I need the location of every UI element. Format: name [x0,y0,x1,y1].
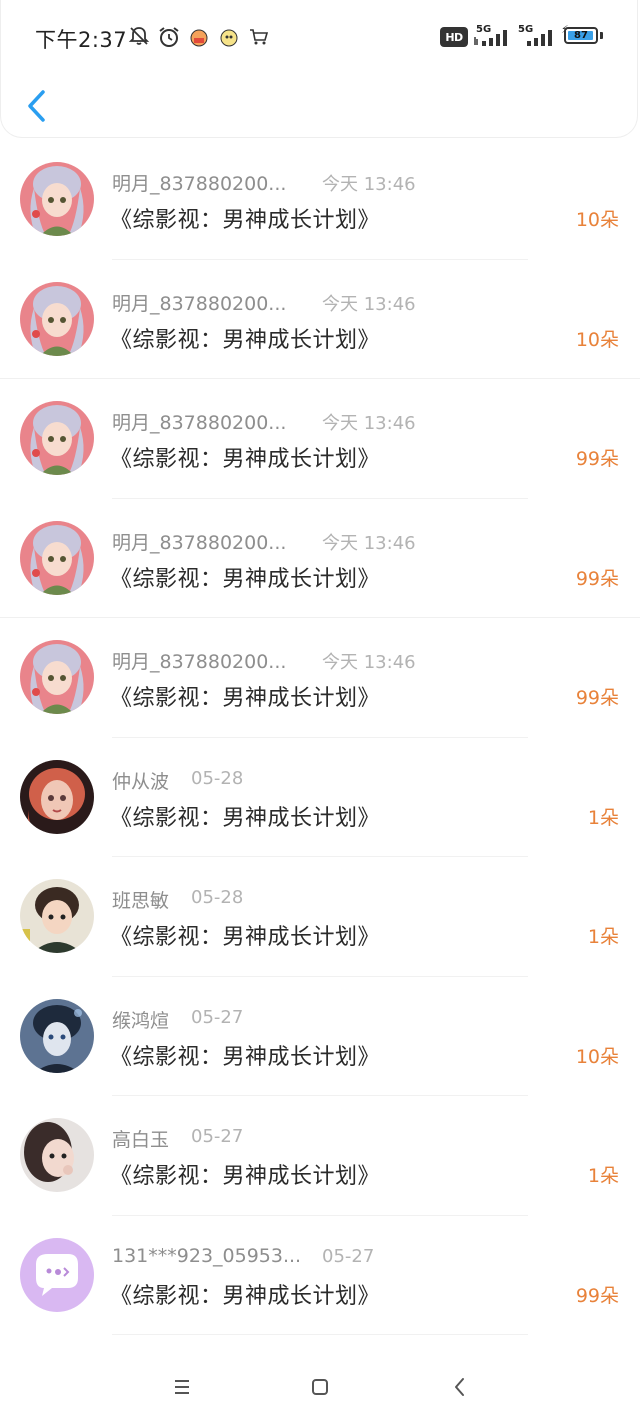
list-item[interactable]: 仲从波 05-28 《综影视：男神成长计划》 1朵 [0,738,640,857]
list-item[interactable]: 班思敏 05-28 《综影视：男神成长计划》 1朵 [0,857,640,977]
list-item[interactable]: 明月_837880200... 今天 13:46 《综影视：男神成长计划》 99… [0,618,640,738]
user-avatar[interactable] [20,162,94,236]
book-title: 《综影视：男神成长计划》 [110,566,381,592]
user-avatar[interactable] [20,281,94,356]
list-item[interactable]: 明月_837880200... 今天 13:46 《综影视：男神成长计划》 10… [0,260,640,379]
book-title: 《综影视：男神成长计划》 [110,1044,381,1070]
record-time: 今天 13:46 [322,532,416,554]
back-triangle-icon[interactable] [445,1372,475,1402]
signal-icon [474,30,507,46]
girl-avatar-icon [20,401,94,475]
book-title: 《综影视：男神成长计划》 [110,1283,381,1309]
divider [112,1334,528,1335]
hd-voice-icon: HD [440,27,468,47]
status-bar: 下午2:37 HD 5G 5G ⚡ 87 [1,0,640,70]
list-item[interactable]: 明月_837880200... 今天 13:46 《综影视：男神成长计划》 99… [0,379,640,499]
record-time: 今天 13:46 [322,174,416,195]
list-item[interactable]: 明月_837880200... 今天 13:46 《综影视：男神成长计划》 99… [0,499,640,618]
battery-icon: 87 [564,27,598,44]
shopping-cart-icon [250,29,269,45]
chat-bubble-avatar-icon [20,1237,94,1312]
top-bar: 下午2:37 HD 5G 5G ⚡ 87 [0,0,638,138]
user-name: 高白玉 [112,1129,170,1151]
app-notification-icon [220,29,238,47]
gift-amount: 10朵 [575,1045,619,1068]
book-title: 《综影视：男神成长计划》 [110,805,381,831]
system-nav-bar [0,1350,640,1422]
red-hair-avatar-icon [20,759,94,834]
book-title: 《综影视：男神成长计划》 [110,447,381,472]
gift-record-list: 明月_837880200... 今天 13:46 《综影视：男神成长计划》 10… [0,140,640,1335]
record-time: 今天 13:46 [322,413,416,434]
user-name: 明月_837880200... [112,412,287,434]
gift-amount: 10朵 [575,328,619,351]
book-title: 《综影视：男神成长计划》 [110,327,381,353]
record-time: 05-28 [191,887,244,908]
user-avatar[interactable] [20,401,94,475]
gift-amount: 10朵 [575,209,619,231]
user-name: 缑鸿煊 [112,1009,170,1032]
child-avatar-icon [20,879,94,953]
girl-avatar-icon [20,640,94,714]
home-square-icon[interactable] [305,1372,335,1402]
list-item[interactable]: 131***923_05953... 05-27 《综影视：男神成长计划》 99… [0,1216,640,1335]
gift-amount: 1朵 [587,926,619,948]
record-time: 今天 13:46 [322,652,416,673]
user-avatar[interactable] [20,520,94,595]
battery-level: 87 [574,30,588,41]
book-title: 《综影视：男神成长计划》 [110,208,381,233]
gift-amount: 99朵 [575,687,619,709]
signal-icon [527,30,552,46]
user-avatar[interactable] [20,1118,94,1192]
gift-amount: 99朵 [575,448,619,470]
user-avatar[interactable] [20,879,94,953]
book-title: 《综影视：男神成长计划》 [110,925,381,950]
record-time: 今天 13:46 [322,293,416,315]
girl-avatar-icon [20,281,94,356]
user-name: 明月_837880200... [112,173,287,195]
user-avatar[interactable] [20,1237,94,1312]
user-avatar[interactable] [20,998,94,1073]
status-time: 下午2:37 [35,28,128,52]
user-name: 明月_837880200... [112,651,287,673]
alarm-clock-icon [159,27,179,47]
record-time: 05-27 [191,1006,244,1028]
record-time: 05-28 [191,767,244,789]
girl-avatar-icon [20,162,94,236]
list-item[interactable]: 明月_837880200... 今天 13:46 《综影视：男神成长计划》 10… [0,140,640,260]
anime-boy-avatar-icon [20,998,94,1073]
mute-bell-icon [128,27,150,45]
app-notification-icon [190,29,208,47]
gift-amount: 99朵 [575,1284,619,1307]
book-title: 《综影视：男神成长计划》 [110,1164,381,1189]
user-name: 班思敏 [112,890,170,912]
book-title: 《综影视：男神成长计划》 [110,686,381,711]
menu-icon[interactable] [167,1372,197,1402]
user-name: 明月_837880200... [112,292,287,315]
record-time: 05-27 [322,1245,375,1267]
list-item[interactable]: 缑鸿煊 05-27 《综影视：男神成长计划》 10朵 [0,977,640,1096]
user-name: 131***923_05953... [112,1244,302,1267]
user-avatar[interactable] [20,640,94,714]
back-button[interactable] [21,86,53,126]
woman-avatar-icon [20,1118,94,1192]
gift-amount: 99朵 [575,567,619,590]
user-name: 仲从波 [112,770,170,793]
user-name: 明月_837880200... [112,531,287,554]
gift-amount: 1朵 [587,1165,619,1187]
gift-amount: 1朵 [587,806,619,829]
record-time: 05-27 [191,1126,244,1147]
user-avatar[interactable] [20,759,94,834]
list-item[interactable]: 高白玉 05-27 《综影视：男神成长计划》 1朵 [0,1096,640,1216]
girl-avatar-icon [20,520,94,595]
